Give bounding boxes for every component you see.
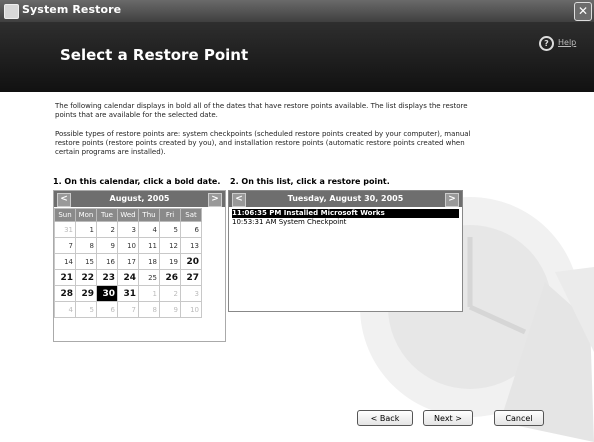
title-bar: System Restore ✕ — [0, 0, 594, 22]
help-link[interactable]: Help — [558, 38, 576, 47]
weekday-header: Fri — [159, 208, 181, 222]
next-month-button[interactable]: > — [208, 193, 222, 207]
calendar-day-bold[interactable]: 22 — [75, 269, 97, 286]
calendar-day[interactable]: 16 — [96, 253, 118, 270]
calendar-day-selected[interactable]: 30 — [96, 285, 118, 302]
wizard-content: The following calendar displays in bold … — [0, 92, 594, 442]
page-title: Select a Restore Point — [60, 46, 249, 64]
calendar-day[interactable]: 2 — [96, 221, 118, 238]
prev-month-button[interactable]: < — [57, 193, 71, 207]
calendar-day-bold[interactable]: 23 — [96, 269, 118, 286]
weekday-header: Sat — [180, 208, 202, 222]
calendar-week: 31 1 2 3 4 5 6 — [54, 221, 202, 238]
calendar-day[interactable]: 1 — [138, 285, 160, 302]
prev-day-button[interactable]: < — [232, 193, 246, 207]
calendar-day[interactable]: 3 — [117, 221, 139, 238]
help-icon[interactable]: ? — [539, 36, 554, 51]
calendar-day[interactable]: 15 — [75, 253, 97, 270]
calendar-day[interactable]: 10 — [117, 237, 139, 254]
calendar-day-bold[interactable]: 26 — [159, 269, 181, 286]
calendar-day[interactable]: 13 — [180, 237, 202, 254]
calendar-day[interactable]: 1 — [75, 221, 97, 238]
weekday-header: Tue — [96, 208, 118, 222]
calendar-day[interactable]: 3 — [180, 285, 202, 302]
calendar-day-bold[interactable]: 24 — [117, 269, 139, 286]
calendar-day[interactable]: 9 — [159, 301, 181, 318]
calendar-day[interactable]: 14 — [54, 253, 76, 270]
weekday-header: Sun — [54, 208, 76, 222]
calendar-day[interactable]: 8 — [75, 237, 97, 254]
weekday-header: Wed — [117, 208, 139, 222]
restore-point-item-selected[interactable]: 11:06:35 PM Installed Microsoft Works — [232, 209, 459, 218]
calendar-week: 14 15 16 17 18 19 20 — [54, 253, 202, 270]
calendar-day[interactable]: 2 — [159, 285, 181, 302]
calendar-week: 4 5 6 7 8 9 10 — [54, 301, 202, 318]
restore-list-date: Tuesday, August 30, 2005 — [229, 191, 462, 207]
calendar-day[interactable]: 6 — [96, 301, 118, 318]
weekday-header: Thu — [138, 208, 160, 222]
restore-list-label: 2. On this list, click a restore point. — [230, 177, 390, 186]
calendar-month: August, 2005 — [54, 191, 225, 207]
calendar-label: 1. On this calendar, click a bold date. — [53, 177, 221, 186]
calendar-day[interactable]: 17 — [117, 253, 139, 270]
restore-point-list: Tuesday, August 30, 2005 < > 11:06:35 PM… — [228, 190, 463, 312]
calendar: August, 2005 < > Sun Mon Tue Wed Thu Fri… — [53, 190, 226, 342]
calendar-day-bold[interactable]: 27 — [180, 269, 202, 286]
calendar-day[interactable]: 4 — [138, 221, 160, 238]
calendar-week: 21 22 23 24 25 26 27 — [54, 269, 202, 286]
calendar-day[interactable]: 5 — [75, 301, 97, 318]
calendar-day[interactable]: 12 — [159, 237, 181, 254]
weekday-header: Mon — [75, 208, 97, 222]
calendar-day-bold[interactable]: 28 — [54, 285, 76, 302]
calendar-week: 7 8 9 10 11 12 13 — [54, 237, 202, 254]
system-restore-icon — [4, 4, 19, 19]
calendar-day-bold[interactable]: 21 — [54, 269, 76, 286]
next-day-button[interactable]: > — [445, 193, 459, 207]
window-title: System Restore — [22, 3, 122, 16]
restore-point-item[interactable]: 10:53:31 AM System Checkpoint — [232, 218, 346, 227]
calendar-day[interactable]: 9 — [96, 237, 118, 254]
wizard-header: Select a Restore Point ? Help — [0, 22, 594, 92]
calendar-day-bold[interactable]: 31 — [117, 285, 139, 302]
next-button[interactable]: Next > — [423, 410, 473, 426]
calendar-day[interactable]: 7 — [117, 301, 139, 318]
calendar-day[interactable]: 31 — [54, 221, 76, 238]
calendar-day[interactable]: 5 — [159, 221, 181, 238]
weekday-header-row: Sun Mon Tue Wed Thu Fri Sat — [54, 208, 202, 222]
calendar-week: 28 29 30 31 1 2 3 — [54, 285, 202, 302]
calendar-day[interactable]: 18 — [138, 253, 160, 270]
instructions-paragraph: The following calendar displays in bold … — [55, 102, 468, 119]
calendar-day[interactable]: 8 — [138, 301, 160, 318]
cancel-button[interactable]: Cancel — [494, 410, 544, 426]
calendar-day[interactable]: 19 — [159, 253, 181, 270]
close-icon[interactable]: ✕ — [574, 2, 592, 21]
calendar-day-bold[interactable]: 29 — [75, 285, 97, 302]
calendar-day[interactable]: 10 — [180, 301, 202, 318]
restore-point-types-paragraph: Possible types of restore points are: sy… — [55, 130, 471, 156]
calendar-day[interactable]: 25 — [138, 269, 160, 286]
back-button[interactable]: < Back — [357, 410, 413, 426]
calendar-day[interactable]: 6 — [180, 221, 202, 238]
calendar-day-bold[interactable]: 20 — [180, 253, 202, 270]
calendar-grid: Sun Mon Tue Wed Thu Fri Sat 31 1 2 3 4 5… — [54, 208, 202, 318]
calendar-day[interactable]: 7 — [54, 237, 76, 254]
calendar-day[interactable]: 4 — [54, 301, 76, 318]
calendar-day[interactable]: 11 — [138, 237, 160, 254]
